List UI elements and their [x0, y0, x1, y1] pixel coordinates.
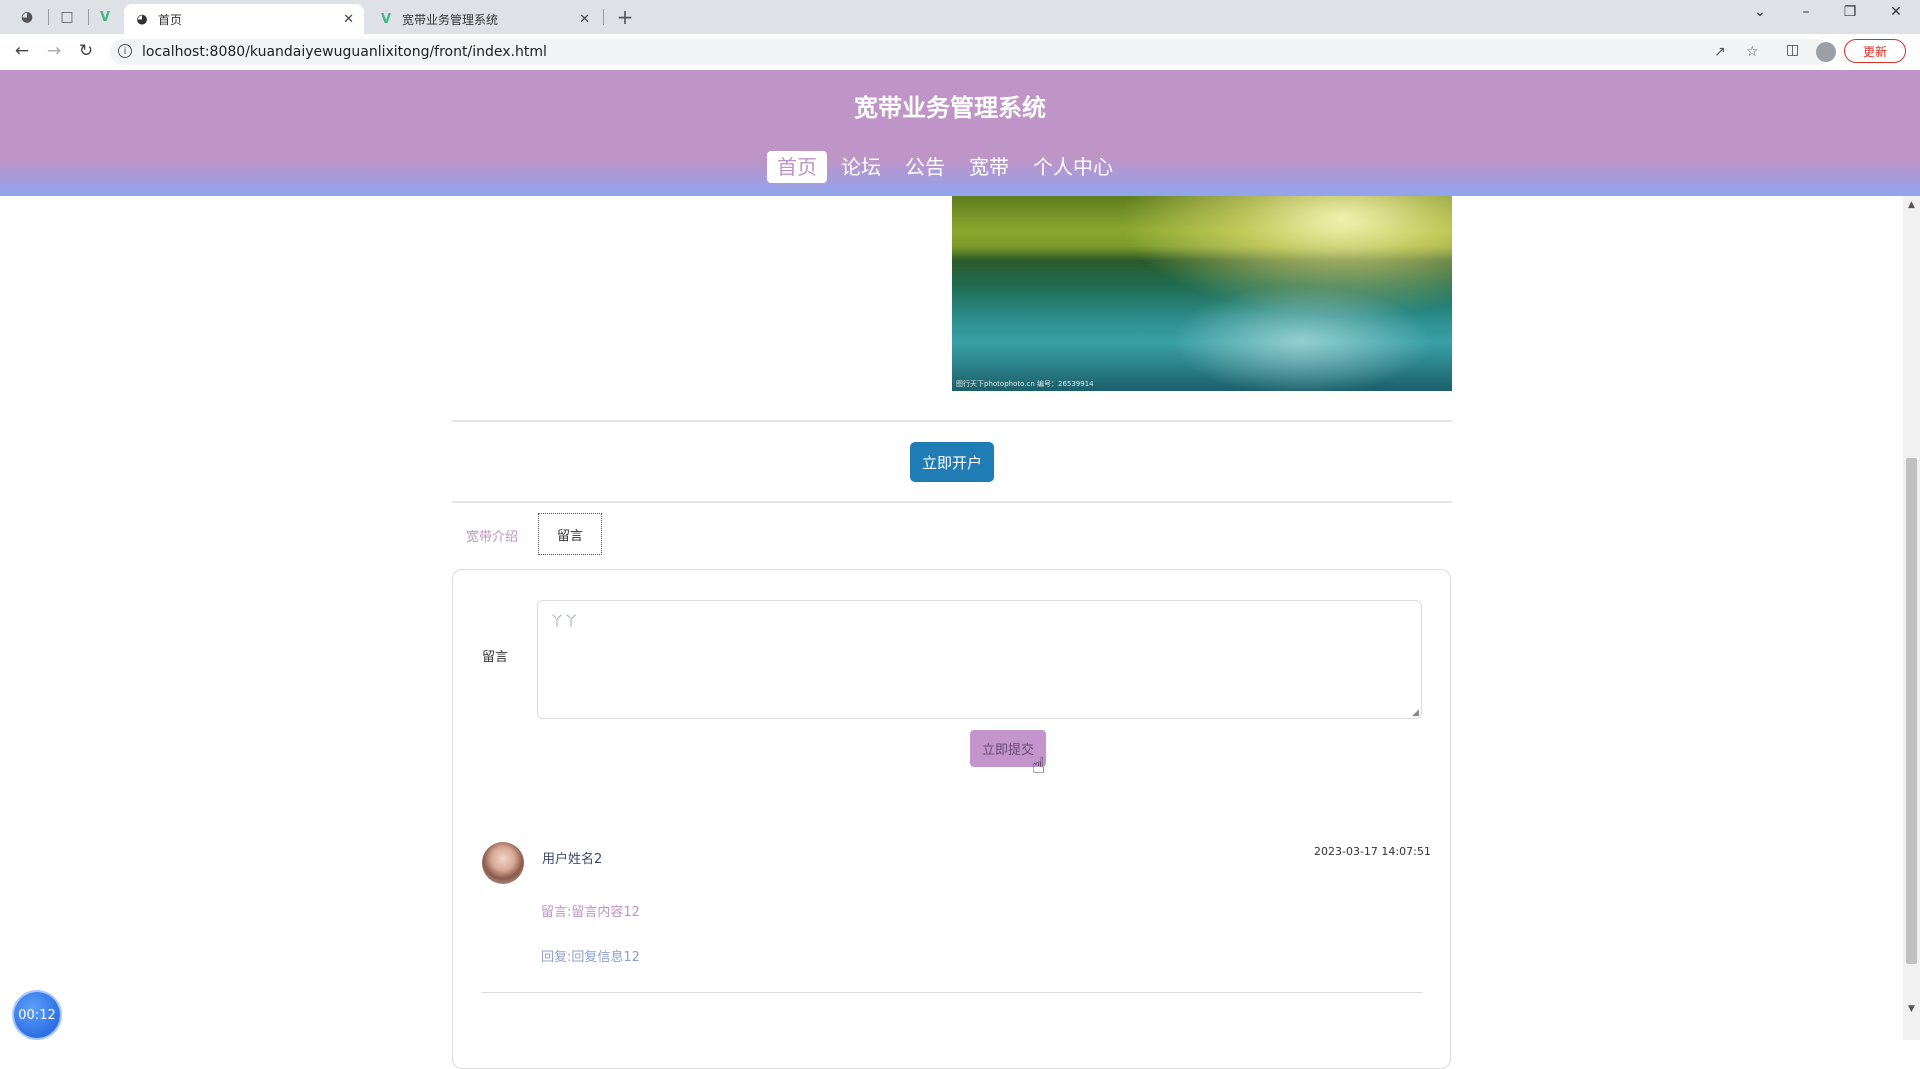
avatar — [482, 842, 524, 884]
tab-separator — [88, 9, 89, 25]
site-title: 宽带业务管理系统 — [854, 94, 1046, 122]
nav-item-notice[interactable]: 公告 — [895, 151, 955, 183]
open-account-button[interactable]: 立即开户 — [910, 442, 994, 482]
tab-title: 宽带业务管理系统 — [402, 12, 499, 27]
update-button[interactable]: 更新 — [1844, 39, 1906, 63]
water-reflection — [1172, 286, 1432, 391]
scroll-down-icon[interactable]: ▼ — [1903, 1004, 1920, 1014]
nav-item-home[interactable]: 首页 — [767, 151, 827, 183]
new-tab-icon[interactable]: + — [612, 5, 638, 29]
globe-icon: ◕ — [136, 11, 148, 27]
close-icon[interactable]: ✕ — [579, 12, 590, 27]
reload-icon[interactable]: ↻ — [74, 41, 98, 61]
browser-tab-home[interactable]: ◕ 首页 ✕ — [124, 4, 364, 34]
image-watermark: 图行天下photophoto.cn 编号：26539914 — [956, 380, 1094, 388]
divider — [452, 420, 1452, 422]
bookmark-star-icon[interactable]: ☆ — [1746, 44, 1759, 60]
nav-item-personal-center[interactable]: 个人中心 — [1023, 151, 1123, 183]
comment-username: 用户姓名2 — [542, 852, 603, 867]
scroll-up-icon[interactable]: ▲ — [1903, 200, 1920, 210]
browser-tab-system[interactable]: V 宽带业务管理系统 ✕ — [368, 4, 600, 34]
nav-item-broadband[interactable]: 宽带 — [959, 151, 1019, 183]
address-bar[interactable]: i localhost:8080/kuandaiyewuguanlixitong… — [110, 39, 1830, 65]
vue-logo-icon: V — [380, 11, 392, 27]
tab-message[interactable]: 留言 — [538, 513, 602, 555]
vue-logo-icon[interactable]: V — [92, 6, 118, 28]
recording-timer: 00:12 — [14, 992, 60, 1038]
share-icon[interactable]: ↗ — [1714, 44, 1726, 60]
forward-icon[interactable]: → — [42, 41, 66, 61]
tab-title: 首页 — [158, 12, 183, 27]
profile-avatar-icon[interactable] — [1816, 42, 1836, 62]
nav-item-forum[interactable]: 论坛 — [831, 151, 891, 183]
message-label: 留言 — [482, 650, 509, 665]
url-text[interactable]: localhost:8080/kuandaiyewuguanlixitong/f… — [142, 44, 547, 60]
tab-search-icon[interactable]: ⌄ — [1740, 4, 1780, 20]
comment-divider — [482, 992, 1422, 993]
tab-separator — [48, 9, 49, 25]
broadband-hero-image: 图行天下photophoto.cn 编号：26539914 — [952, 196, 1452, 391]
comment-timestamp: 2023-03-17 14:07:51 — [1314, 845, 1431, 858]
comment-content: 留言:留言内容12 — [541, 905, 640, 920]
window-close-icon[interactable]: ✕ — [1876, 4, 1916, 20]
tab-separator — [603, 9, 604, 25]
globe-icon[interactable]: ◕ — [14, 6, 40, 28]
tab-broadband-intro[interactable]: 宽带介绍 — [466, 526, 518, 545]
scrollbar-thumb[interactable] — [1906, 458, 1917, 964]
close-icon[interactable]: ✕ — [343, 12, 354, 27]
resize-handle-icon[interactable]: ◢ — [1412, 708, 1422, 718]
browser-tab-strip: ◕ □ V ◕ 首页 ✕ V 宽带业务管理系统 ✕ + ⌄ – ❐ ✕ — [0, 0, 1920, 34]
main-nav: 首页 论坛 公告 宽带 个人中心 — [767, 150, 1127, 184]
side-panel-icon[interactable]: ◫ — [1786, 42, 1799, 58]
browser-toolbar: ← → ↻ i localhost:8080/kuandaiyewuguanli… — [0, 34, 1920, 71]
message-textarea[interactable]: 丫丫 — [537, 600, 1422, 719]
restore-icon[interactable]: ❐ — [1830, 4, 1870, 20]
site-info-icon[interactable]: i — [118, 44, 132, 58]
blank-page-icon[interactable]: □ — [54, 6, 80, 28]
divider — [452, 501, 1452, 503]
comment-reply: 回复:回复信息12 — [541, 950, 640, 965]
minimize-icon[interactable]: – — [1786, 4, 1826, 20]
hand-cursor-icon: ☝ — [1032, 754, 1046, 779]
site-header: 宽带业务管理系统 首页 论坛 公告 宽带 个人中心 — [0, 70, 1920, 196]
back-icon[interactable]: ← — [10, 41, 34, 61]
